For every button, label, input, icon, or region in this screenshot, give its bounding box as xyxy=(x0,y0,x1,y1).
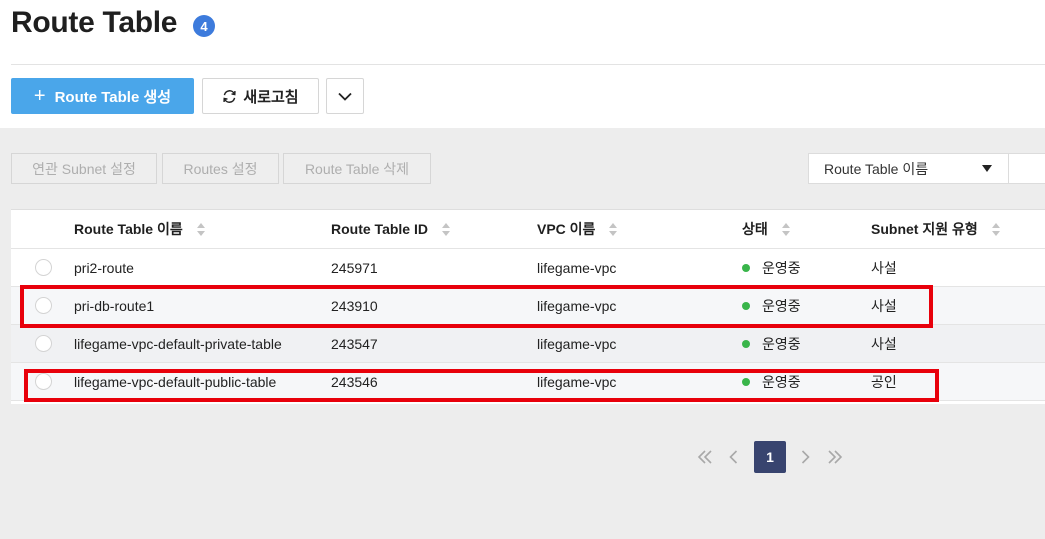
prev-page-button[interactable] xyxy=(724,441,742,473)
row-radio[interactable] xyxy=(35,259,52,276)
table-row[interactable]: pri2-route 245971 lifegame-vpc 운영중 사설 xyxy=(11,249,1045,287)
delete-route-table-button[interactable]: Route Table 삭제 xyxy=(283,153,431,184)
column-header-vpc[interactable]: VPC 이름 xyxy=(537,210,618,248)
row-radio[interactable] xyxy=(35,335,52,352)
sort-icon xyxy=(781,222,791,236)
double-chevron-left-icon xyxy=(697,450,712,464)
vpc-name: lifegame-vpc xyxy=(537,335,617,352)
column-header-subnet-type[interactable]: Subnet 지원 유형 xyxy=(871,210,1001,248)
highlight-box xyxy=(20,285,933,328)
status-dot-icon xyxy=(742,263,750,272)
more-options-button[interactable] xyxy=(326,78,364,114)
last-page-button[interactable] xyxy=(824,441,846,473)
table-header: Route Table 이름 Route Table ID VPC 이름 상태 … xyxy=(11,210,1045,249)
sort-icon xyxy=(196,222,206,236)
next-page-button[interactable] xyxy=(796,441,814,473)
create-route-table-button[interactable]: + Route Table 생성 xyxy=(11,78,194,114)
route-table-id: 243547 xyxy=(331,335,378,352)
header-divider xyxy=(11,64,1045,65)
column-header-id[interactable]: Route Table ID xyxy=(331,210,451,248)
refresh-button[interactable]: 새로고침 xyxy=(202,78,319,114)
chevron-down-icon xyxy=(338,92,352,101)
status: 운영중 xyxy=(742,249,801,286)
status: 운영중 xyxy=(742,325,801,362)
status-dot-icon xyxy=(742,339,750,348)
subnet-type: 사설 xyxy=(871,335,897,352)
search-field-select[interactable]: Route Table 이름 xyxy=(808,153,1009,184)
search-input[interactable] xyxy=(1008,153,1045,184)
page-1-button[interactable]: 1 xyxy=(754,441,786,473)
search-field-value: Route Table 이름 xyxy=(824,160,929,177)
sort-icon xyxy=(991,222,1001,236)
refresh-icon xyxy=(223,89,237,103)
route-table-name: pri2-route xyxy=(74,259,134,276)
route-table-id: 245971 xyxy=(331,259,378,276)
associate-subnet-button[interactable]: 연관 Subnet 설정 xyxy=(11,153,157,184)
count-badge: 4 xyxy=(193,15,215,37)
refresh-label: 새로고침 xyxy=(243,88,299,106)
column-header-status[interactable]: 상태 xyxy=(742,210,791,248)
highlight-box xyxy=(24,369,939,402)
first-page-button[interactable] xyxy=(694,441,716,473)
chevron-right-icon xyxy=(801,450,810,464)
vpc-name: lifegame-vpc xyxy=(537,259,617,276)
plus-icon: + xyxy=(33,85,46,107)
sort-icon xyxy=(609,222,618,236)
chevron-left-icon xyxy=(728,450,737,464)
routes-settings-button[interactable]: Routes 설정 xyxy=(162,153,279,184)
route-table-name: lifegame-vpc-default-private-table xyxy=(74,335,282,352)
page-title: Route Table xyxy=(11,6,178,39)
double-chevron-right-icon xyxy=(828,450,843,464)
subnet-type: 사설 xyxy=(871,259,897,276)
caret-down-icon xyxy=(982,165,992,172)
column-header-name[interactable]: Route Table 이름 xyxy=(74,210,206,248)
table-row[interactable]: lifegame-vpc-default-private-table 24354… xyxy=(11,325,1045,363)
create-route-table-label: Route Table 생성 xyxy=(54,88,172,106)
sort-icon xyxy=(441,222,451,236)
